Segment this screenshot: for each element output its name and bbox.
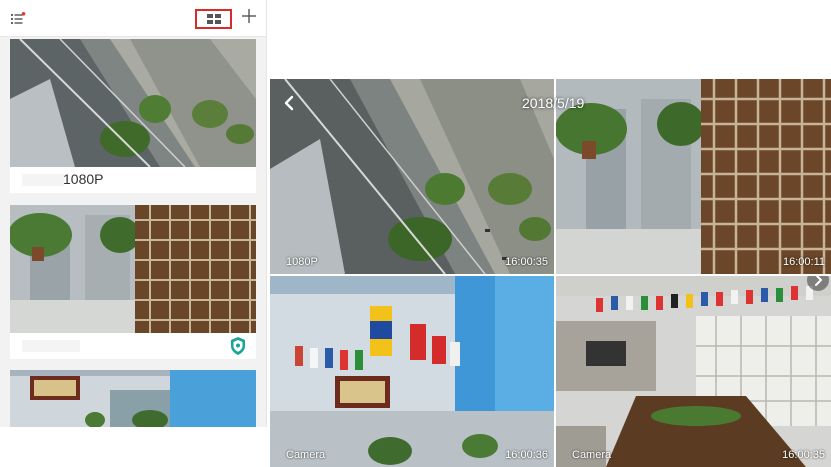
grid-layout-button[interactable] (195, 9, 232, 29)
plus-icon[interactable] (241, 8, 257, 24)
camera-thumbnail (10, 205, 256, 333)
multi-view-grid: 1080P 16:00:35 16:00:11 Camera 16:00:36 … (270, 79, 831, 467)
video-feed (556, 79, 831, 274)
camera-card[interactable] (10, 205, 256, 359)
camera-list-panel: 1080P (0, 0, 267, 427)
grid-layout-icon (206, 14, 221, 24)
tile-camera-name: 1080P (286, 256, 318, 268)
redacted-area (22, 174, 64, 186)
camera-thumbnail (10, 370, 256, 427)
chevron-right-icon[interactable] (806, 276, 830, 292)
playback-date: 2018/5/19 (522, 95, 585, 111)
video-tile[interactable]: 1080P 16:00:35 (270, 79, 554, 274)
tile-timestamp: 16:00:36 (505, 449, 548, 461)
video-feed (270, 79, 554, 274)
tile-camera-name: Camera (572, 449, 612, 461)
camera-thumbnail (10, 39, 256, 167)
menu-icon[interactable] (10, 12, 26, 26)
camera-card[interactable]: 1080P (10, 39, 256, 193)
video-feed (270, 276, 554, 467)
video-tile[interactable]: Camera 16:00:35 (556, 276, 831, 467)
camera-caption: 1080P (10, 167, 256, 193)
camera-caption (10, 333, 256, 359)
top-bar (0, 0, 266, 37)
chevron-left-icon[interactable] (284, 95, 294, 111)
redacted-area (22, 340, 80, 352)
tile-camera-name: Camera (286, 449, 326, 461)
camera-name: 1080P (63, 171, 104, 187)
video-tile[interactable]: 16:00:11 (556, 79, 831, 274)
tile-timestamp: 16:00:35 (782, 449, 825, 461)
shield-icon (231, 337, 245, 355)
tile-timestamp: 16:00:35 (505, 256, 548, 268)
video-tile[interactable]: Camera 16:00:36 (270, 276, 554, 467)
tile-timestamp: 16:00:11 (782, 256, 825, 268)
video-feed (556, 276, 831, 467)
camera-card[interactable] (10, 370, 256, 427)
